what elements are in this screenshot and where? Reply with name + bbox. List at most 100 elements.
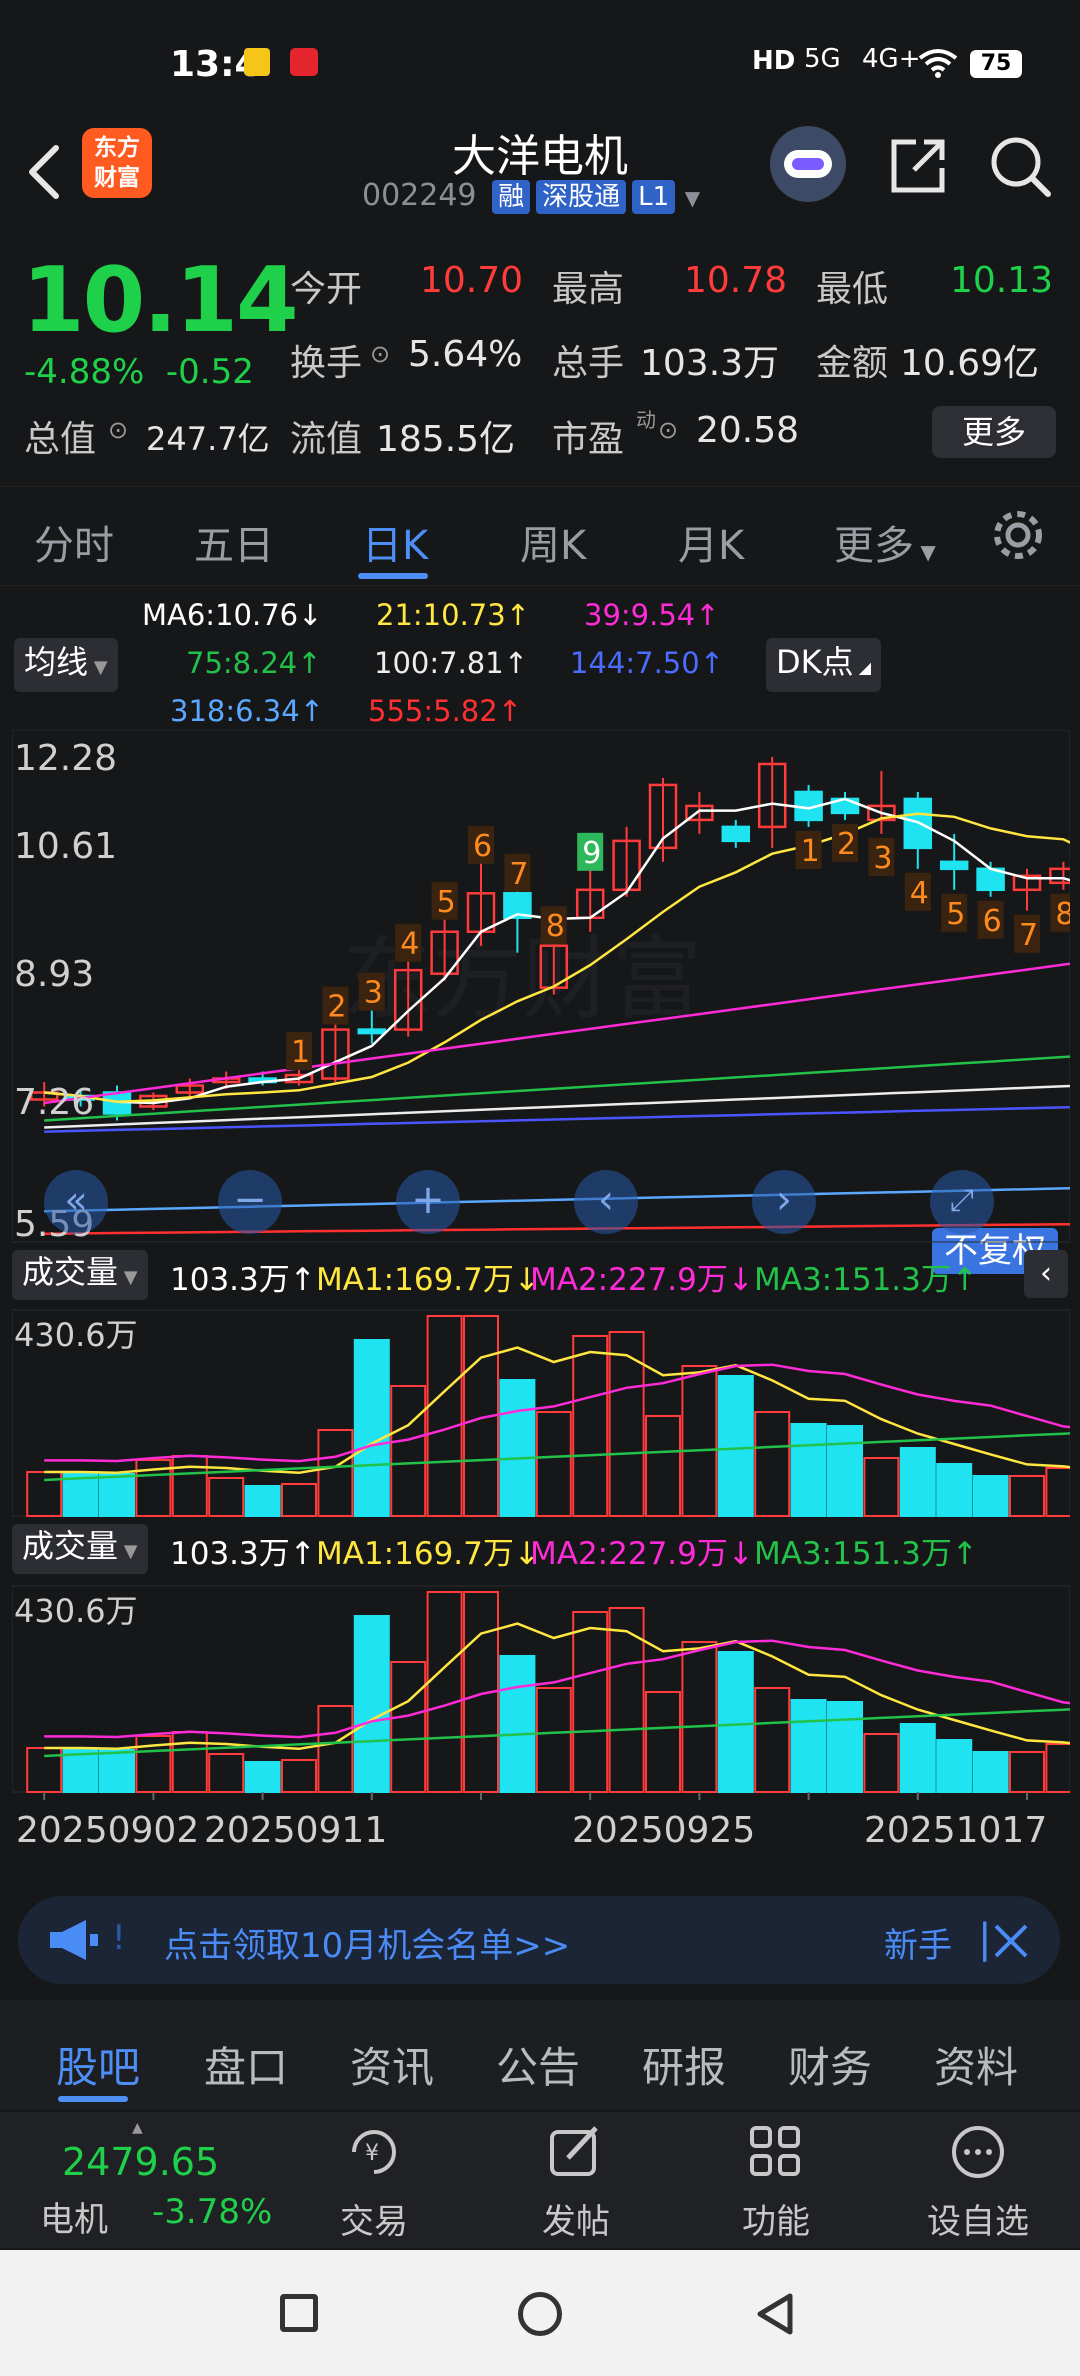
vol-ma1: MA1:169.7万↓ (316, 1536, 540, 1572)
more-dots-icon (952, 2126, 1004, 2178)
candle-up (1049, 867, 1070, 885)
volume-bar-up (535, 1687, 572, 1793)
tag-level[interactable]: L1 (632, 180, 676, 214)
volume-bar-up (681, 1641, 718, 1793)
volume-bar-up (390, 1385, 427, 1517)
tab-announcements[interactable]: 公告 (496, 2034, 580, 2095)
volume-value: 103.3万↑ (170, 1536, 316, 1572)
current-price: 10.14 (22, 248, 299, 353)
rewind-icon[interactable]: « (44, 1170, 108, 1234)
bottom-tabs: 股吧 盘口 资讯 公告 研报 财务 资料 (0, 2000, 1080, 2110)
nine-turn-label: 1 (291, 1035, 310, 1070)
dk-point-button[interactable]: DK点 ◢ (766, 638, 882, 692)
tab-pankou[interactable]: 盘口 (204, 2034, 288, 2095)
share-icon[interactable] (886, 134, 950, 198)
nine-turn-label: 5 (437, 885, 456, 920)
volume-max-label: 430.6万 (14, 1316, 138, 1354)
banner-text[interactable]: 点击领取10月机会名单>> (164, 1918, 570, 1967)
ma-select-button[interactable]: 均线 ▼ (14, 638, 118, 692)
ma21-value: 21:10.73↑ (376, 598, 530, 632)
quote-panel: 10.14 -4.88% -0.52 今开 10.70 最高 10.78 最低 … (0, 236, 1080, 484)
volume-bar-down (899, 1447, 936, 1517)
y-tick-label: 10.61 (14, 826, 118, 867)
more-button[interactable]: 更多 (932, 406, 1056, 458)
volume-bar-up (572, 1335, 609, 1517)
kline-svg[interactable]: 东方财富123456789123456789S (12, 730, 1070, 1878)
tab-intraday[interactable]: 分时 (34, 513, 114, 571)
tab-finance[interactable]: 财务 (788, 2034, 872, 2095)
volume-bar-down (790, 1699, 827, 1793)
kline-chart-area[interactable]: 东方财富123456789123456789S 12.28 10.61 8.93… (12, 730, 1070, 1878)
scroll-right-icon[interactable]: › (752, 1170, 816, 1234)
volume-header-2: 成交量 ▼ 103.3万↑ MA1:169.7万↓ MA2:227.9万↓ MA… (12, 1524, 1070, 1574)
chevron-down-icon[interactable]: ▼ (685, 186, 700, 210)
tab-guba[interactable]: 股吧 (56, 2034, 140, 2095)
ma75-value: 75:8.24↑ (186, 646, 322, 680)
search-icon[interactable] (986, 132, 1054, 200)
volume-bar-down (936, 1463, 973, 1517)
nine-turn-label: 9 (582, 836, 601, 871)
sector-index[interactable]: ▲ 2479.65 电机 -3.78% (30, 2112, 290, 2248)
ma-indicator-bar: MA6:10.76↓ 21:10.73↑ 39:9.54↑ 均线 ▼ 75:8.… (0, 590, 1080, 1274)
volume-bar-up (390, 1661, 427, 1793)
nine-turn-label: 2 (837, 827, 856, 862)
volume-select-button[interactable]: 成交量 ▼ (12, 1250, 148, 1300)
chevron-down-icon: ▼ (88, 657, 108, 678)
vol-ma1: MA1:169.7万↓ (316, 1262, 540, 1298)
tab-more[interactable]: 更多 ▼ (834, 513, 936, 571)
chevron-left-icon[interactable]: ‹ (1024, 1250, 1068, 1298)
volume-bar-down (972, 1751, 1009, 1793)
back-nav-icon[interactable] (752, 2290, 798, 2338)
volume-bar-up (171, 1731, 208, 1793)
wifi-icon (918, 49, 958, 78)
volume-bar-up (281, 1483, 317, 1517)
scroll-left-icon[interactable]: ‹ (574, 1170, 638, 1234)
change-amount: -0.52 (165, 352, 254, 392)
zoom-in-icon[interactable]: + (396, 1170, 460, 1234)
tab-weekly-k[interactable]: 周K (520, 513, 586, 571)
vol-ma2: MA2:227.9万↓ (530, 1536, 754, 1572)
pe-label: 市盈 (552, 419, 625, 460)
fullscreen-icon[interactable]: ⤢ (930, 1170, 994, 1234)
volume-bar-up (572, 1611, 609, 1793)
gear-icon[interactable] (988, 505, 1048, 565)
volume-bar-down (99, 1473, 135, 1517)
recent-apps-icon[interactable] (280, 2294, 318, 2332)
x-tick-label: 20250902 (16, 1810, 200, 1851)
volume-bar-up (608, 1607, 645, 1793)
tab-daily-k[interactable]: 日K (362, 513, 428, 571)
zoom-out-icon[interactable]: − (218, 1170, 282, 1234)
robot-assistant-icon[interactable] (770, 126, 846, 202)
close-icon[interactable] (992, 1922, 1030, 1960)
x-tick-label: 20250925 (572, 1810, 756, 1851)
chevron-down-icon: ▼ (914, 540, 936, 564)
volume-bar-up (426, 1315, 463, 1517)
float-value: 185.5亿 (376, 419, 516, 460)
tab-profile[interactable]: 资料 (934, 2034, 1018, 2095)
promo-banner[interactable]: ! 点击领取10月机会名单>> 新手 | (18, 1896, 1060, 1984)
bottom-toolbar: ▲ 2479.65 电机 -3.78% ¥ 交易 发帖 功能 设自选 (0, 2112, 1080, 2248)
tab-monthly-k[interactable]: 月K (678, 513, 744, 571)
tab-research[interactable]: 研报 (642, 2034, 726, 2095)
info-icon[interactable]: ⊙ (108, 416, 128, 444)
volume-bar-up (645, 1415, 681, 1517)
hd-icon: HD (752, 46, 796, 76)
volume-label: 总手 (552, 343, 625, 384)
tab-news[interactable]: 资讯 (350, 2034, 434, 2095)
home-icon[interactable] (518, 2292, 562, 2336)
tag-connect: 深股通 (536, 180, 627, 214)
volume-bar-down (790, 1423, 827, 1517)
trade-icon: ¥ (352, 2130, 396, 2174)
info-icon[interactable]: ⊙ (370, 340, 390, 368)
app-notification-icon (290, 48, 318, 76)
volume-select-button[interactable]: 成交量 ▼ (12, 1524, 148, 1574)
active-tab-indicator (358, 573, 428, 579)
tab-five-day[interactable]: 五日 (194, 513, 274, 571)
ma39-value: 39:9.54↑ (584, 598, 720, 632)
float-label: 流值 (290, 419, 363, 460)
notification-icon (244, 48, 270, 76)
sector-name: 电机 (40, 2200, 108, 2240)
info-icon[interactable]: ⊙ (658, 416, 678, 444)
volume-bar-down (99, 1749, 135, 1793)
x-tick-label: 20250911 (204, 1810, 388, 1851)
